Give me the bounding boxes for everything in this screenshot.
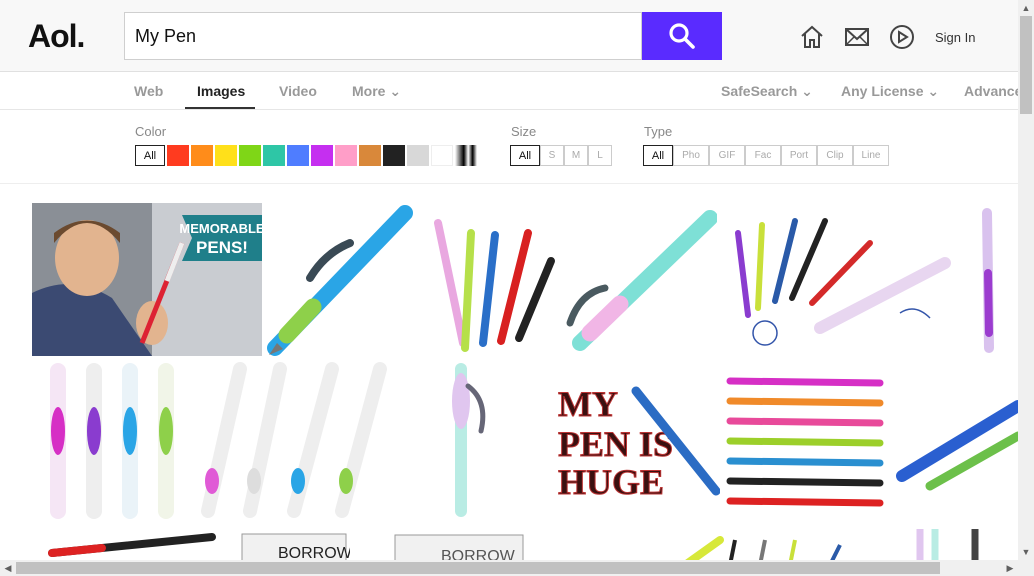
result-image-7[interactable]	[32, 361, 195, 519]
horizontal-scrollbar[interactable]: ◀ ▶	[0, 560, 1034, 576]
result-image-2[interactable]	[265, 203, 420, 356]
teal-pen-image	[566, 210, 717, 351]
result-image-11[interactable]	[722, 361, 887, 519]
man-holding-pen-image: MEMORABLE PENS!	[32, 203, 262, 356]
advanced-link[interactable]: Advance	[964, 83, 1022, 99]
search-input[interactable]	[124, 12, 642, 60]
image-caption-line2: PENS!	[196, 238, 248, 257]
color-swatch-white[interactable]	[431, 145, 453, 166]
safesearch-dropdown[interactable]: SafeSearch ⌄	[721, 83, 813, 100]
search-icon	[669, 23, 695, 49]
borrow-sign-image-2: BORROW	[394, 534, 524, 561]
blue-green-pens-image	[896, 400, 1018, 491]
color-all-button[interactable]: All	[135, 145, 165, 166]
image-caption-line1: MEMORABLE	[179, 221, 262, 236]
page: Aol. Sign In Web Images Video More ⌄	[0, 0, 1034, 576]
color-swatch-purple[interactable]	[311, 145, 333, 166]
color-swatch-orange[interactable]	[191, 145, 213, 166]
type-photo-button[interactable]: Pho	[673, 145, 709, 166]
color-swatch-black[interactable]	[383, 145, 405, 166]
mail-icon[interactable]	[844, 24, 870, 50]
vertical-scroll-thumb[interactable]	[1020, 16, 1032, 114]
tab-images[interactable]: Images	[197, 83, 245, 99]
result-image-17[interactable]	[900, 525, 1000, 561]
sign-in-link[interactable]: Sign In	[935, 30, 975, 45]
scroll-down-arrow-icon[interactable]: ▼	[1018, 544, 1034, 560]
result-image-9[interactable]	[393, 361, 553, 519]
license-dropdown[interactable]: Any License ⌄	[841, 83, 939, 100]
color-swatch-brown[interactable]	[359, 145, 381, 166]
size-filter-label: Size	[511, 124, 537, 139]
result-image-16[interactable]	[680, 535, 850, 561]
color-filter-label: Color	[135, 124, 167, 139]
aol-logo[interactable]: Aol.	[28, 18, 85, 55]
result-image-8[interactable]	[198, 361, 390, 519]
result-image-14[interactable]: BORROW	[238, 530, 350, 561]
tab-video[interactable]: Video	[279, 83, 317, 99]
result-image-3[interactable]	[423, 203, 557, 356]
type-clipart-button[interactable]: Clip	[817, 145, 853, 166]
color-swatch-yellow[interactable]	[215, 145, 237, 166]
vertical-scrollbar[interactable]: ▲ ▼	[1018, 0, 1034, 560]
image-text-line2: PEN IS	[558, 424, 673, 464]
image-text-borrow-1: BORROW	[278, 545, 350, 561]
horizontal-scroll-thumb[interactable]	[16, 562, 940, 574]
red-black-pen-image	[48, 533, 216, 557]
result-image-12[interactable]	[890, 361, 1018, 519]
pen-pair-image	[916, 529, 979, 561]
image-results: MEMORABLE PENS! MY PEN IS HUGE BORROW BO…	[0, 185, 1018, 561]
result-image-6[interactable]	[963, 203, 1018, 356]
scroll-up-arrow-icon[interactable]: ▲	[1018, 0, 1034, 16]
type-portrait-button[interactable]: Port	[781, 145, 817, 166]
assorted-pens-image	[683, 536, 842, 561]
type-filter-label: Type	[644, 124, 673, 139]
image-text-line1: MY	[558, 384, 618, 424]
blue-pen-image	[267, 205, 413, 356]
colorful-fountain-pens-image	[201, 362, 387, 518]
patterned-pens-image	[50, 363, 174, 519]
search-tabs: Web Images Video More ⌄ SafeSearch ⌄ Any…	[0, 73, 1022, 110]
result-image-15[interactable]: BORROW	[393, 533, 525, 561]
image-text-line3: HUGE	[558, 462, 664, 502]
pens-with-doodles-image	[735, 218, 951, 346]
type-gif-button[interactable]: GIF	[709, 145, 745, 166]
purple-pen-image	[982, 208, 994, 353]
size-medium-button[interactable]: M	[564, 145, 588, 166]
scroll-right-arrow-icon[interactable]: ▶	[1002, 560, 1018, 576]
color-swatch-blue[interactable]	[287, 145, 309, 166]
type-face-button[interactable]: Fac	[745, 145, 781, 166]
type-line-button[interactable]: Line	[853, 145, 889, 166]
my-pen-is-huge-image: MY PEN IS HUGE	[558, 384, 720, 503]
header: Aol. Sign In	[0, 0, 1018, 72]
pen-row-collection-image	[726, 377, 884, 507]
color-swatch-monochrome[interactable]	[455, 145, 477, 166]
play-icon[interactable]	[889, 24, 915, 50]
pen-set-image	[434, 219, 555, 352]
color-swatch-teal[interactable]	[263, 145, 285, 166]
tab-more[interactable]: More ⌄	[352, 83, 401, 100]
result-image-4[interactable]	[560, 203, 717, 356]
filter-bar: Color All Size All S M L Type All Pho GI…	[0, 111, 1018, 184]
search-button[interactable]	[642, 12, 722, 60]
result-image-10[interactable]: MY PEN IS HUGE	[556, 361, 720, 519]
result-image-13[interactable]	[32, 525, 222, 561]
home-icon[interactable]	[799, 24, 825, 50]
size-large-button[interactable]: L	[588, 145, 612, 166]
result-image-5[interactable]	[720, 203, 960, 356]
scroll-left-arrow-icon[interactable]: ◀	[0, 560, 16, 576]
tab-web[interactable]: Web	[134, 83, 163, 99]
type-all-button[interactable]: All	[643, 145, 673, 166]
active-tab-underline	[185, 107, 255, 109]
size-all-button[interactable]: All	[510, 145, 540, 166]
color-swatch-red[interactable]	[167, 145, 189, 166]
color-swatch-pink[interactable]	[335, 145, 357, 166]
color-swatch-gray[interactable]	[407, 145, 429, 166]
mint-pen-image	[452, 363, 486, 517]
borrow-sign-image: BORROW	[241, 533, 350, 561]
result-image-1[interactable]: MEMORABLE PENS!	[32, 203, 262, 356]
color-swatch-green[interactable]	[239, 145, 261, 166]
size-small-button[interactable]: S	[540, 145, 564, 166]
